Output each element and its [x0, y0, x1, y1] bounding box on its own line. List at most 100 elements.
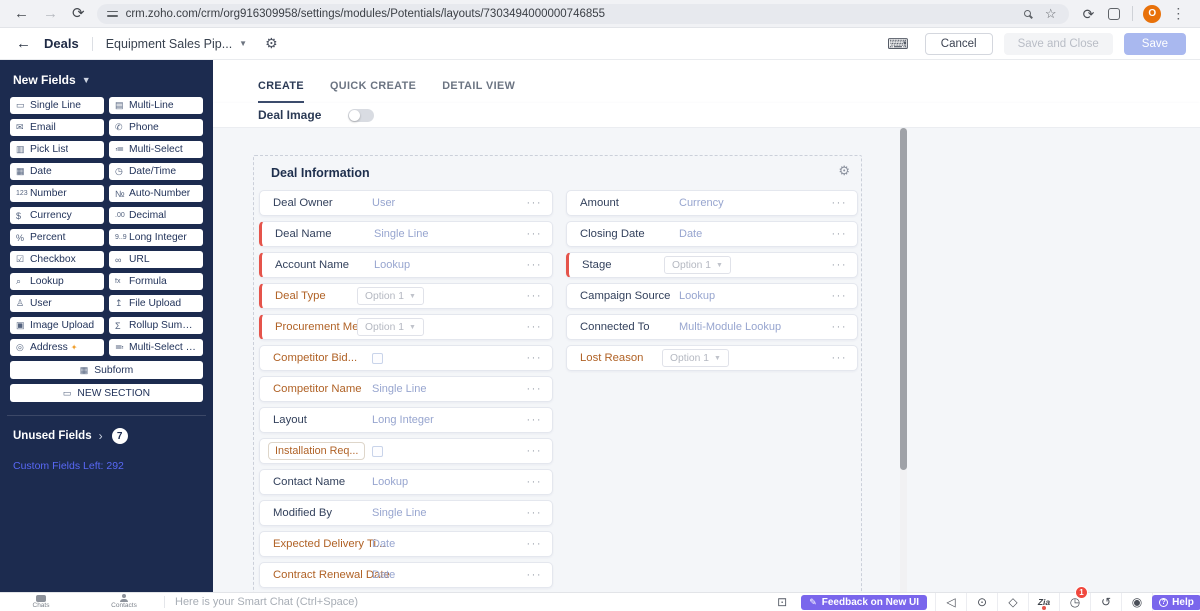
field-options-menu-icon[interactable]: ···	[527, 569, 543, 581]
field-type-button-multi-select[interactable]: ≔ Multi-Select	[109, 141, 203, 158]
keyboard-shortcuts-icon[interactable]: ⌨	[887, 35, 909, 53]
field-card[interactable]: Closing Date Date ···	[566, 221, 858, 247]
field-type-button-percent[interactable]: % Percent	[10, 229, 104, 246]
bookmark-star-icon[interactable]: ☆	[1045, 7, 1057, 20]
field-type-button-email[interactable]: ✉ Email	[10, 119, 104, 136]
field-type-button-user[interactable]: ♙ User	[10, 295, 104, 312]
field-type-button-file-upload[interactable]: ↥ File Upload	[109, 295, 203, 312]
field-card[interactable]: Lost Reason Option 1 ▼ ···	[566, 345, 858, 371]
field-options-menu-icon[interactable]: ···	[527, 290, 543, 302]
field-card[interactable]: Stage Option 1 ▼ ···	[566, 252, 858, 278]
field-options-menu-icon[interactable]: ···	[832, 228, 848, 240]
field-options-menu-icon[interactable]: ···	[527, 476, 543, 488]
layout-picker[interactable]: Equipment Sales Pip... ▼	[106, 37, 247, 51]
save-and-close-button[interactable]: Save and Close	[1003, 32, 1113, 55]
field-type-button-number[interactable]: 123 Number	[10, 185, 104, 202]
field-type-button-single-line[interactable]: ▭ Single Line	[10, 97, 104, 114]
field-type-button-url[interactable]: ∞ URL	[109, 251, 203, 268]
zoom-icon[interactable]	[1023, 10, 1031, 17]
extensions-icon[interactable]	[1108, 7, 1121, 20]
layout-settings-gear-icon[interactable]: ⚙	[265, 35, 278, 52]
sync-extension-icon[interactable]: ⟳	[1083, 7, 1095, 21]
field-card[interactable]: Deal Name Single Line ···	[259, 221, 553, 247]
field-card[interactable]: Competitor Name Single Line ···	[259, 376, 553, 402]
field-type-button-long-integer[interactable]: 9..9 Long Integer	[109, 229, 203, 246]
field-card[interactable]: Modified By Single Line ···	[259, 500, 553, 526]
field-type-button-address[interactable]: ◎ Address ✦	[10, 339, 104, 356]
field-type-button-formula[interactable]: fx Formula	[109, 273, 203, 290]
field-options-menu-icon[interactable]: ···	[527, 228, 543, 240]
chats-button[interactable]: Chats	[24, 593, 58, 611]
browser-menu-icon[interactable]: ⋮	[1171, 5, 1185, 22]
field-card[interactable]: Expected Delivery Ti... Date ···	[259, 531, 553, 557]
field-options-menu-icon[interactable]: ···	[832, 197, 848, 209]
megaphone-icon[interactable]: ◁	[935, 593, 966, 611]
field-options-menu-icon[interactable]: ···	[832, 290, 848, 302]
field-card[interactable]: Amount Currency ···	[566, 190, 858, 216]
deal-image-toggle[interactable]	[348, 108, 375, 122]
section-settings-gear-icon[interactable]: ⚙	[838, 163, 850, 179]
save-button[interactable]: Save	[1123, 32, 1186, 55]
field-type-button-decimal[interactable]: .00 Decimal	[109, 207, 203, 224]
back-icon[interactable]: ←	[16, 35, 31, 52]
browser-forward-icon[interactable]: →	[43, 6, 58, 21]
feedback-button[interactable]: ✎ Feedback on New UI	[801, 594, 927, 610]
browser-reload-icon[interactable]: ⟳	[72, 6, 85, 21]
tag-icon[interactable]: ◇	[997, 593, 1028, 611]
field-card[interactable]: Installation Req... ···	[259, 438, 553, 464]
field-card[interactable]: Contract Renewal Date Date ···	[259, 562, 553, 588]
field-type-button-multi-line[interactable]: ▤ Multi-Line	[109, 97, 203, 114]
help-button[interactable]: ? Help	[1152, 594, 1200, 610]
browser-back-icon[interactable]: ←	[14, 6, 29, 21]
field-card[interactable]: Connected To Multi-Module Lookup ···	[566, 314, 858, 340]
field-picklist-default[interactable]: Option 1 ▼	[357, 318, 424, 336]
field-options-menu-icon[interactable]: ···	[527, 352, 543, 364]
field-options-menu-icon[interactable]: ···	[832, 259, 848, 271]
contacts-button[interactable]: Contacts	[104, 593, 144, 611]
field-type-button-auto-number[interactable]: № Auto-Number	[109, 185, 203, 202]
field-type-button-phone[interactable]: ✆ Phone	[109, 119, 203, 136]
field-type-button-lookup[interactable]: ⌕ Lookup	[10, 273, 104, 290]
field-card[interactable]: Campaign Source Lookup ···	[566, 283, 858, 309]
zia-icon[interactable]: Zia	[1028, 593, 1059, 611]
url-text[interactable]: crm.zoho.com/crm/org916309958/settings/m…	[126, 8, 1024, 20]
field-card[interactable]: Deal Owner User ···	[259, 190, 553, 216]
field-options-menu-icon[interactable]: ···	[527, 383, 543, 395]
field-card[interactable]: Competitor Bid... ···	[259, 345, 553, 371]
scrollbar-thumb[interactable]	[900, 128, 907, 470]
accessibility-icon[interactable]: ◉	[1121, 593, 1152, 611]
field-options-menu-icon[interactable]: ···	[527, 259, 543, 271]
tab-detail-view[interactable]: DETAIL VIEW	[442, 80, 515, 103]
screen-share-icon[interactable]: ⊡	[765, 593, 799, 611]
address-bar[interactable]: crm.zoho.com/crm/org916309958/settings/m…	[96, 3, 1069, 24]
field-picklist-default[interactable]: Option 1 ▼	[662, 349, 729, 367]
site-settings-icon[interactable]	[106, 9, 118, 19]
unused-fields-row[interactable]: Unused Fields › 7	[13, 428, 203, 444]
field-card[interactable]: Procurement Method Option 1 ▼ ···	[259, 314, 553, 340]
alarm-icon[interactable]: ◷ 1	[1059, 586, 1090, 611]
field-picklist-default[interactable]: Option 1 ▼	[357, 287, 424, 305]
profile-avatar[interactable]: O	[1143, 4, 1162, 23]
field-type-button-checkbox[interactable]: ☑ Checkbox	[10, 251, 104, 268]
field-type-button-image-upload[interactable]: ▣ Image Upload	[10, 317, 104, 334]
new-fields-header[interactable]: New Fields ▼	[13, 73, 203, 87]
field-type-button-date[interactable]: ▦ Date	[10, 163, 104, 180]
field-type-button-currency[interactable]: $ Currency	[10, 207, 104, 224]
field-type-button-date-time[interactable]: ◷ Date/Time	[109, 163, 203, 180]
field-options-menu-icon[interactable]: ···	[527, 197, 543, 209]
field-type-button-new-section[interactable]: ▭ NEW SECTION	[10, 384, 203, 402]
field-card[interactable]: Deal Type Option 1 ▼ ···	[259, 283, 553, 309]
field-picklist-default[interactable]: Option 1 ▼	[664, 256, 731, 274]
field-card[interactable]: Account Name Lookup ···	[259, 252, 553, 278]
field-card[interactable]: Layout Long Integer ···	[259, 407, 553, 433]
field-card[interactable]: Contact Name Lookup ···	[259, 469, 553, 495]
history-icon[interactable]: ↺	[1090, 593, 1121, 611]
field-checkbox[interactable]	[372, 352, 383, 364]
whats-new-icon[interactable]: ⊙	[966, 593, 997, 611]
field-options-menu-icon[interactable]: ···	[527, 538, 543, 550]
field-options-menu-icon[interactable]: ···	[832, 321, 848, 333]
field-options-menu-icon[interactable]: ···	[832, 352, 848, 364]
field-options-menu-icon[interactable]: ···	[527, 321, 543, 333]
cancel-button[interactable]: Cancel	[924, 32, 993, 55]
field-type-button-subform[interactable]: ▦ Subform	[10, 361, 203, 379]
